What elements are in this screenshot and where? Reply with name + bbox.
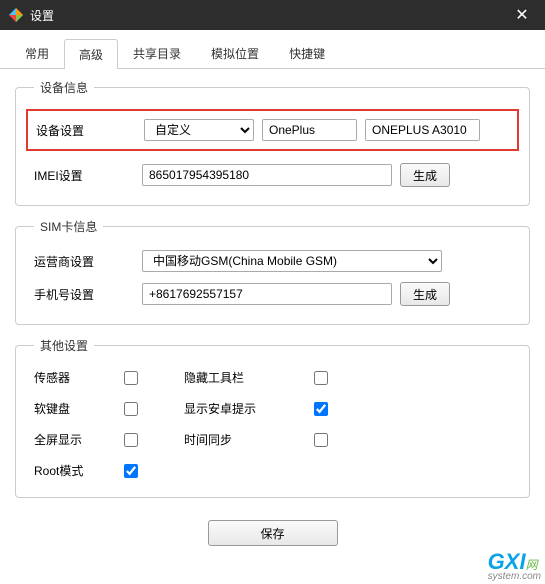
highlight-box: 设备设置 自定义 (26, 109, 519, 151)
root-mode-label: Root模式 (34, 462, 124, 479)
tab-advanced[interactable]: 高级 (64, 39, 118, 69)
hide-toolbar-label: 隐藏工具栏 (184, 369, 314, 386)
imei-generate-button[interactable]: 生成 (400, 163, 450, 187)
device-model-input[interactable] (365, 119, 480, 141)
fullscreen-label: 全屏显示 (34, 431, 124, 448)
root-mode-checkbox[interactable] (124, 464, 138, 478)
device-setting-select[interactable]: 自定义 (144, 119, 254, 141)
sim-info-legend: SIM卡信息 (34, 218, 103, 235)
imei-input[interactable] (142, 164, 392, 186)
carrier-select[interactable]: 中国移动GSM(China Mobile GSM) (142, 250, 442, 272)
device-setting-label: 设备设置 (36, 122, 136, 139)
tab-shared-dir[interactable]: 共享目录 (118, 38, 196, 68)
carrier-label: 运营商设置 (34, 253, 134, 270)
window-title: 设置 (30, 7, 507, 24)
footer: 保存 (15, 510, 530, 550)
content-area: 设备信息 设备设置 自定义 IMEI设置 生成 SIM卡信息 运营商设置 中国移… (0, 69, 545, 560)
imei-label: IMEI设置 (34, 167, 134, 184)
show-tip-checkbox[interactable] (314, 402, 328, 416)
close-button[interactable]: ✕ (507, 0, 537, 30)
show-tip-label: 显示安卓提示 (184, 400, 314, 417)
titlebar: 设置 ✕ (0, 0, 545, 30)
device-brand-input[interactable] (262, 119, 357, 141)
other-settings-legend: 其他设置 (34, 337, 94, 354)
time-sync-checkbox[interactable] (314, 433, 328, 447)
fullscreen-checkbox[interactable] (124, 433, 138, 447)
tab-common[interactable]: 常用 (10, 38, 64, 68)
tab-mock-location[interactable]: 模拟位置 (196, 38, 274, 68)
phone-input[interactable] (142, 283, 392, 305)
sim-info-group: SIM卡信息 运营商设置 中国移动GSM(China Mobile GSM) 手… (15, 218, 530, 325)
soft-keyboard-checkbox[interactable] (124, 402, 138, 416)
phone-label: 手机号设置 (34, 286, 134, 303)
sensor-label: 传感器 (34, 369, 124, 386)
device-info-group: 设备信息 设备设置 自定义 IMEI设置 生成 (15, 79, 530, 206)
save-button[interactable]: 保存 (208, 520, 338, 546)
hide-toolbar-checkbox[interactable] (314, 371, 328, 385)
phone-generate-button[interactable]: 生成 (400, 282, 450, 306)
tabs-bar: 常用 高级 共享目录 模拟位置 快捷键 (0, 30, 545, 69)
watermark-sub: system.com (488, 571, 541, 582)
device-info-legend: 设备信息 (34, 79, 94, 96)
time-sync-label: 时间同步 (184, 431, 314, 448)
soft-keyboard-label: 软键盘 (34, 400, 124, 417)
sensor-checkbox[interactable] (124, 371, 138, 385)
tab-shortcuts[interactable]: 快捷键 (274, 38, 340, 68)
app-icon (8, 7, 24, 23)
other-settings-group: 其他设置 传感器 隐藏工具栏 软键盘 显示安卓提示 全屏显示 时间同步 Root… (15, 337, 530, 498)
